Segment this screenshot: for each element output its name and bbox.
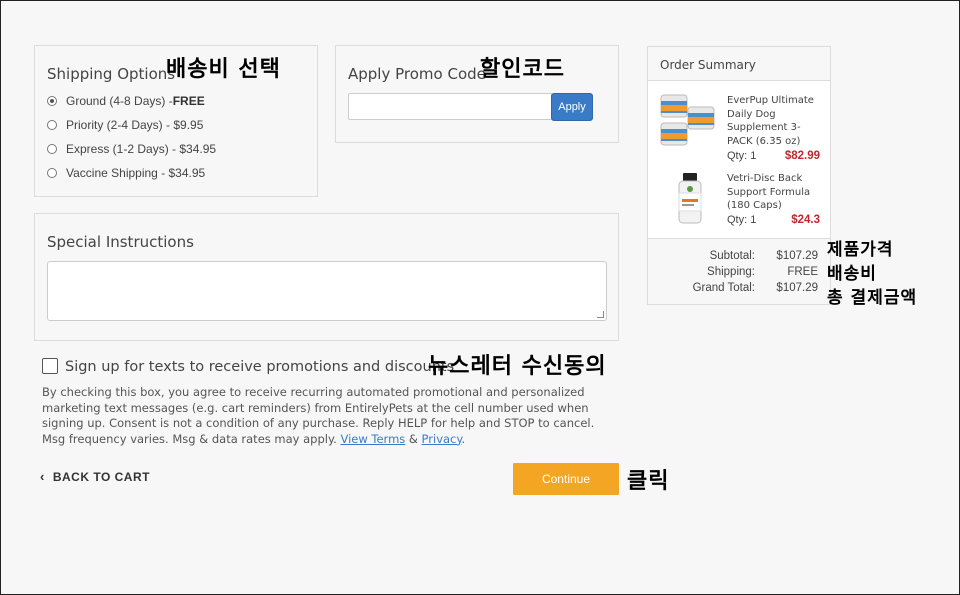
resize-grip-icon[interactable] [597,311,604,318]
special-instructions-textarea[interactable] [47,261,607,321]
consent-body: By checking this box, you agree to recei… [42,385,595,446]
radio-vaccine[interactable] [47,168,57,178]
shipping-value: FREE [787,266,818,278]
item-name[interactable]: EverPup Ultimate Daily Dog Supplement 3-… [727,94,823,148]
apply-promo-button[interactable]: Apply [551,93,593,121]
annotation-newsletter: 뉴스레터 수신동의 [428,354,607,379]
promo-code-input[interactable] [348,93,553,120]
shipping-option-label: Vaccine Shipping - $34.95 [66,166,206,180]
radio-ground[interactable] [47,96,57,106]
privacy-link[interactable]: Privacy [422,432,462,446]
annotation-click: 클릭 [627,469,670,494]
item-price: $82.99 [784,150,820,162]
promo-code-panel: Apply Promo Code Apply [335,45,619,143]
annotation-shipping-fee: 배송비 [827,264,877,284]
order-summary-panel: Order Summary EverPup Ultimate Daily Dog… [647,46,831,305]
sms-signup-checkbox[interactable] [42,358,58,374]
promo-code-title: Apply Promo Code [348,65,486,83]
special-instructions-title: Special Instructions [47,233,194,251]
item-qty: Qty: 1 [727,150,757,162]
shipping-option-label: Ground (4-8 Days) - [66,94,173,108]
consent-period: . [461,431,466,446]
item-price: $24.3 [791,214,820,226]
shipping-option-free: FREE [172,94,205,108]
item-name[interactable]: Vetri-Disc Back Support Formula (180 Cap… [727,172,823,213]
annotation-shipping: 배송비 선택 [166,57,281,82]
everpup-product-image[interactable] [658,91,718,149]
sms-signup-label[interactable]: Sign up for texts to receive promotions … [65,359,454,375]
item-qty: Qty: 1 [727,214,757,226]
shipping-option-label: Priority (2-4 Days) - $9.95 [66,118,204,132]
shipping-option-vaccine[interactable]: Vaccine Shipping - $34.95 [47,166,205,180]
vetri-disc-product-image[interactable] [674,171,706,227]
grand-total-label: Grand Total: [692,282,755,294]
shipping-options-title: Shipping Options [47,65,176,83]
consent-amp: & [405,431,422,446]
shipping-option-label: Express (1-2 Days) - $34.95 [66,142,217,156]
sms-consent-text: By checking this box, you agree to recei… [42,385,612,447]
radio-express[interactable] [47,144,57,154]
grand-total-value: $107.29 [776,282,818,294]
shipping-option-priority[interactable]: Priority (2-4 Days) - $9.95 [47,118,203,132]
annotation-promo: 할인코드 [480,57,565,82]
subtotal-value: $107.29 [776,250,818,262]
view-terms-link[interactable]: View Terms [340,432,405,446]
back-to-cart-label: BACK TO CART [52,469,150,484]
subtotal-label: Subtotal: [709,250,755,262]
annotation-product-price: 제품가격 [827,240,894,260]
shipping-option-ground[interactable]: Ground (4-8 Days) - FREE [47,94,205,108]
order-summary-title: Order Summary [660,58,756,72]
order-summary-header: Order Summary [648,47,830,81]
special-instructions-panel: Special Instructions [34,213,619,341]
back-to-cart-link[interactable]: ‹ BACK TO CART [40,469,150,484]
radio-priority[interactable] [47,120,57,130]
order-summary-items: EverPup Ultimate Daily Dog Supplement 3-… [648,81,830,239]
annotation-total: 총 결제금액 [827,288,918,308]
chevron-left-icon: ‹ [40,469,45,484]
shipping-option-express[interactable]: Express (1-2 Days) - $34.95 [47,142,216,156]
shipping-label: Shipping: [707,266,755,278]
continue-button[interactable]: Continue [513,463,619,495]
